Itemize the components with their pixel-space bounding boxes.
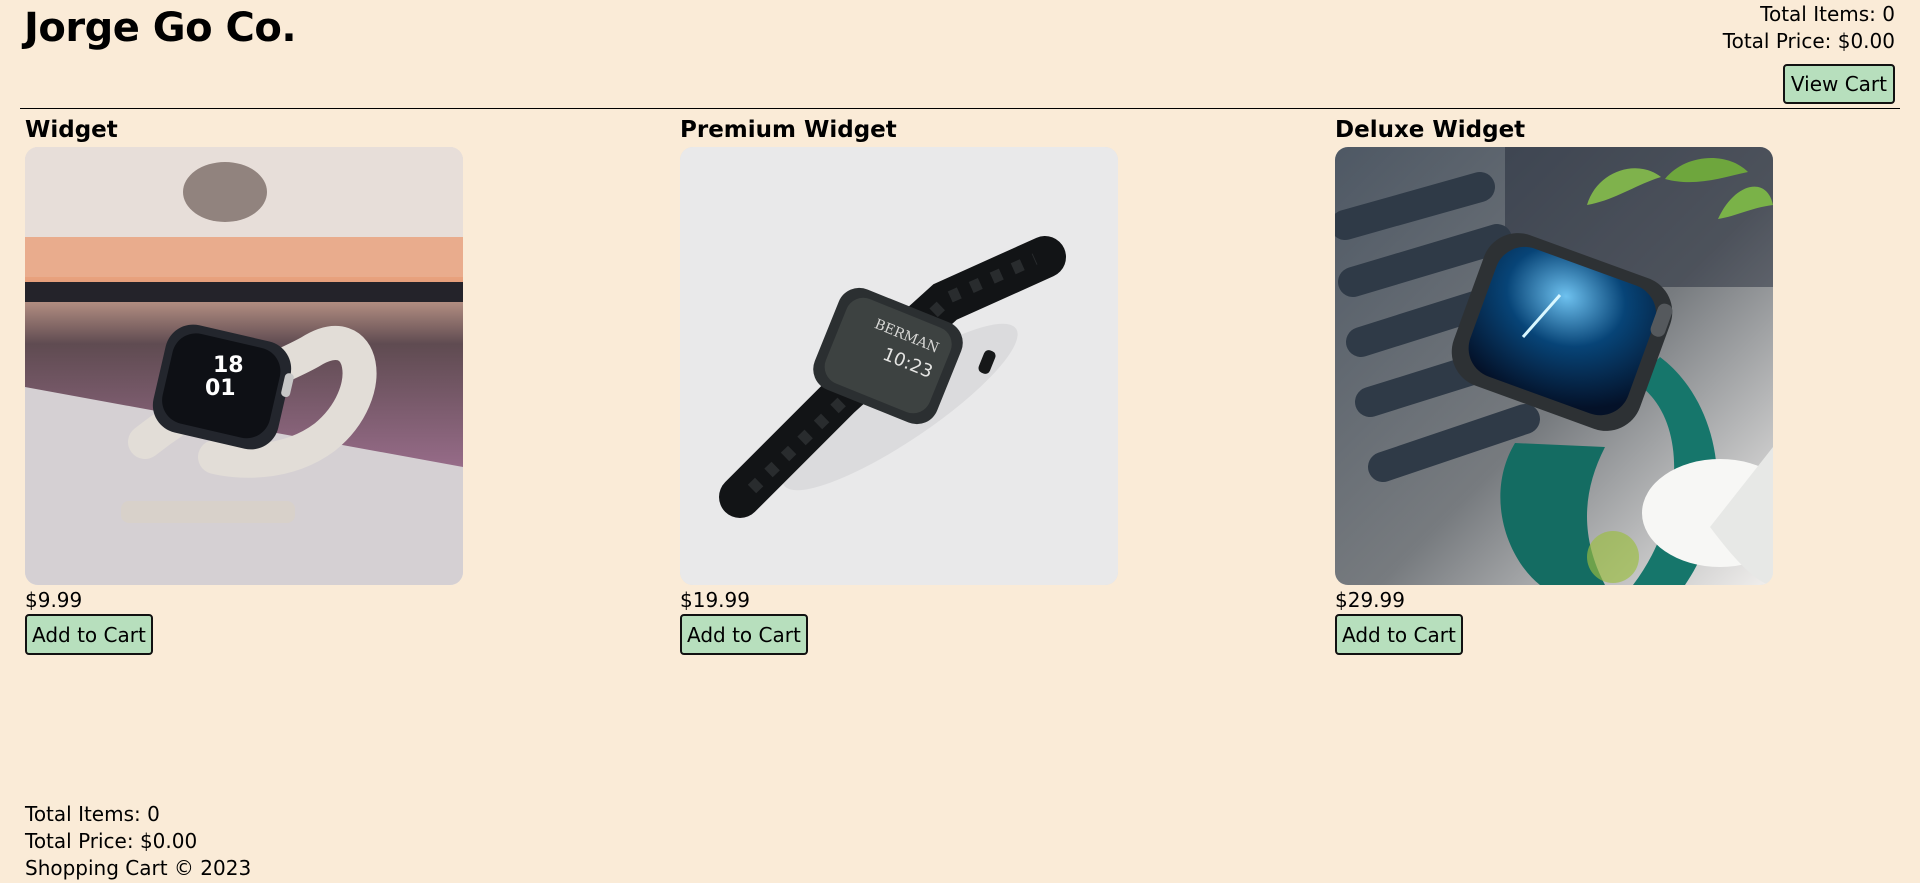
add-to-cart-button[interactable]: Add to Cart [25,614,153,655]
add-to-cart-button[interactable]: Add to Cart [1335,614,1463,655]
product-name: Widget [25,117,118,143]
product-image-premium-widget: BERMAN 10:23 [680,147,1118,585]
shopping-page: Jorge Go Co. Total Items: 0 Total Price:… [0,0,1920,883]
site-header: Jorge Go Co. Total Items: 0 Total Price:… [20,0,1900,109]
view-cart-button[interactable]: View Cart [1782,64,1895,104]
product-card-premium-widget: Premium Widget BERMAN 10:23 $19.99 Add t… [680,113,1120,655]
product-grid: Widget 18 01 $9.99 Add to Cart Premium W… [25,113,1900,655]
product-image-widget: 18 01 [25,147,463,585]
add-to-cart-button[interactable]: Add to Cart [680,614,808,655]
product-card-deluxe-widget: Deluxe Widget $29.99 Add to Cart [1335,113,1775,655]
svg-text:18: 18 [213,353,244,378]
product-name: Deluxe Widget [1335,117,1526,143]
footer-total-price: Total Price: $0.00 [25,829,198,853]
svg-text:01: 01 [205,376,236,401]
footer-total-items: Total Items: 0 [25,802,160,826]
header-cart-summary: Total Items: 0 Total Price: $0.00 [1723,1,1895,55]
header-total-price: Total Price: $0.00 [1722,29,1895,53]
header-total-items: Total Items: 0 [1760,2,1895,26]
footer-copyright: Shopping Cart © 2023 [25,856,252,880]
product-image-deluxe-widget [1335,147,1773,585]
brand-title: Jorge Go Co. [24,5,297,51]
product-price: $19.99 [680,588,750,612]
site-footer: Total Items: 0 Total Price: $0.00 Shoppi… [25,801,251,882]
product-card-widget: Widget 18 01 $9.99 Add to Cart [25,113,465,655]
product-name: Premium Widget [680,117,897,143]
product-price: $9.99 [25,588,83,612]
product-price: $29.99 [1335,588,1405,612]
